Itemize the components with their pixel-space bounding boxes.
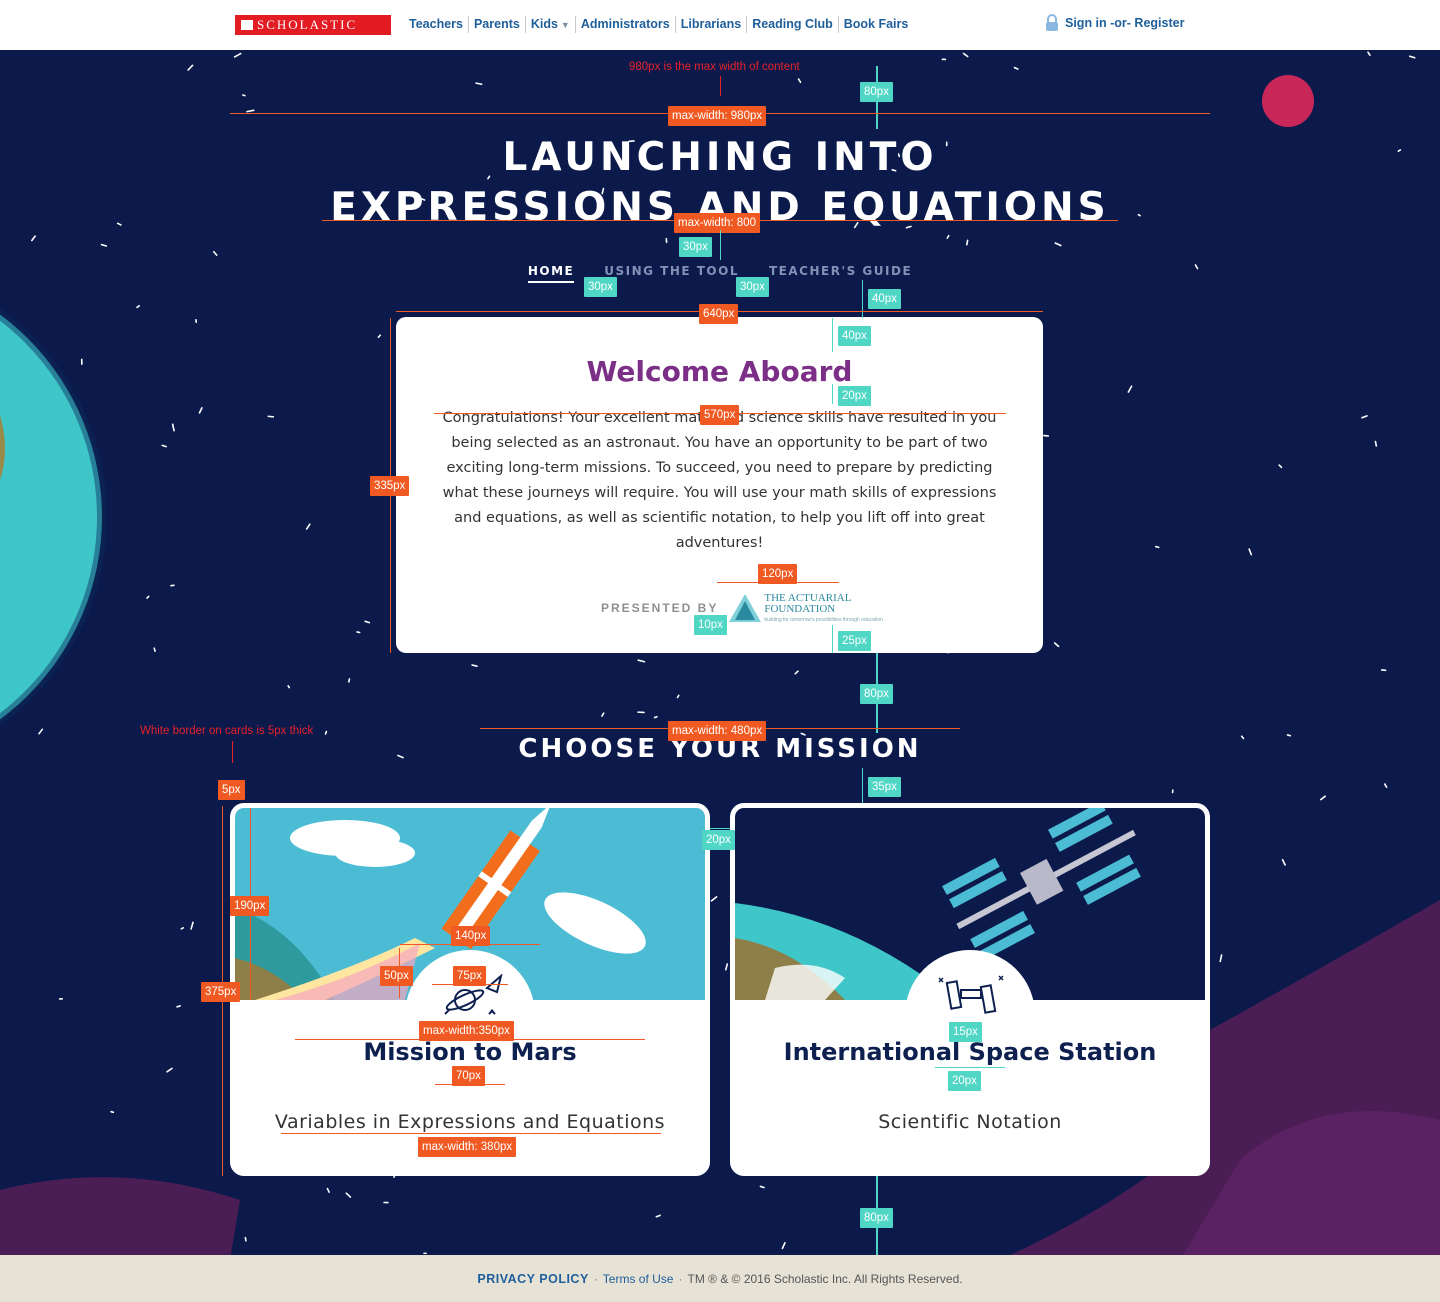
signin-register-link[interactable]: Sign in -or- Register (1045, 14, 1184, 32)
star (161, 444, 167, 448)
star (1054, 242, 1062, 247)
star (136, 305, 140, 309)
star (601, 712, 605, 717)
star (1154, 545, 1160, 549)
star (471, 664, 478, 668)
star (965, 239, 969, 246)
star (287, 685, 291, 689)
star (1127, 385, 1133, 393)
chevron-down-icon: ▼ (560, 20, 570, 30)
nav-kids[interactable]: Kids ▼ (526, 16, 576, 33)
star (676, 694, 680, 699)
star (1013, 66, 1019, 70)
copyright-text: TM ® & © 2016 Scholastic Inc. All Rights… (687, 1271, 963, 1286)
privacy-policy-link[interactable]: PRIVACY POLICY (477, 1272, 588, 1286)
star (198, 407, 203, 414)
star (153, 647, 156, 653)
nav-reading-club[interactable]: Reading Club (747, 16, 839, 33)
welcome-title: Welcome Aboard (586, 355, 853, 388)
section-tabs: HOME USING THE TOOL TEACHER'S GUIDE (0, 264, 1440, 283)
top-navigation-bar: SCHOLASTIC Teachers Parents Kids ▼ Admini… (0, 0, 1440, 50)
star (397, 754, 404, 759)
triangle-logo-icon (729, 594, 762, 622)
main-nav: Teachers Parents Kids ▼ Administrators Li… (404, 16, 913, 33)
nav-book-fairs[interactable]: Book Fairs (839, 16, 914, 33)
star (637, 659, 646, 663)
choose-mission-heading: CHOOSE YOUR MISSION (518, 734, 922, 764)
star (1397, 149, 1402, 152)
star (246, 109, 255, 113)
scholastic-logo[interactable]: SCHOLASTIC (235, 15, 391, 35)
star (962, 52, 969, 58)
star (1383, 783, 1388, 789)
rocket-planet-icon (444, 974, 503, 1015)
star (364, 620, 371, 624)
terms-of-use-link[interactable]: Terms of Use (603, 1272, 674, 1286)
star (187, 64, 194, 71)
nav-administrators[interactable]: Administrators (576, 16, 676, 33)
star (356, 631, 361, 634)
star (1361, 415, 1368, 419)
star (146, 595, 150, 599)
page-title: LAUNCHING INTO EXPRESSIONS AND EQUATIONS (330, 135, 1110, 230)
footer-separator: · (593, 1271, 598, 1286)
star (710, 111, 716, 117)
space-station-icon (938, 975, 1004, 1014)
star (653, 715, 658, 719)
tab-teachers-guide[interactable]: TEACHER'S GUIDE (769, 264, 912, 283)
nav-librarians[interactable]: Librarians (676, 16, 748, 33)
purple-hills-decoration (0, 900, 1440, 1255)
red-planet-decoration (1262, 75, 1314, 127)
presented-by: PRESENTED BY THE ACTUARIAL FOUNDATION bu… (601, 592, 883, 624)
star (171, 423, 175, 432)
star (31, 235, 36, 242)
star (1248, 548, 1253, 556)
star (1240, 735, 1245, 740)
star (794, 670, 799, 675)
star (1278, 464, 1283, 469)
book-icon (241, 20, 253, 30)
star (377, 334, 382, 338)
star (116, 222, 122, 226)
star (946, 234, 950, 239)
star (324, 730, 328, 735)
actuarial-foundation-logo[interactable]: THE ACTUARIAL FOUNDATION building for to… (728, 593, 883, 623)
star (1286, 734, 1292, 737)
footer: PRIVACY POLICY · Terms of Use · TM ® & ©… (0, 1255, 1440, 1302)
star (1374, 440, 1378, 447)
star (1320, 795, 1326, 801)
tab-using-the-tool[interactable]: USING THE TOOL (604, 264, 739, 283)
footer-separator: · (678, 1271, 683, 1286)
nav-parents[interactable]: Parents (469, 16, 526, 33)
earth-planet-decoration (0, 308, 106, 726)
star (100, 243, 108, 247)
mission-card-mars[interactable]: Mission to Mars Variables in Expressions… (230, 803, 710, 1176)
lock-icon (1046, 14, 1058, 31)
star (1408, 55, 1416, 59)
star (233, 52, 242, 58)
tab-home[interactable]: HOME (527, 264, 575, 283)
star (1053, 642, 1060, 648)
welcome-body: Congratulations! Your excellent math and… (442, 410, 997, 551)
star (1367, 51, 1371, 57)
star (242, 94, 246, 97)
star (705, 724, 711, 728)
star (213, 250, 218, 256)
star (797, 78, 802, 84)
welcome-card: Welcome Aboard Congratulations! Your exc… (396, 317, 1043, 653)
space-background: LAUNCHING INTO EXPRESSIONS AND EQUATIONS… (0, 50, 1440, 1255)
star (305, 523, 311, 530)
star (348, 678, 351, 683)
mission-card-iss[interactable]: International Space Station Scientific N… (730, 803, 1210, 1176)
star (475, 82, 483, 86)
nav-teachers[interactable]: Teachers (404, 16, 469, 33)
